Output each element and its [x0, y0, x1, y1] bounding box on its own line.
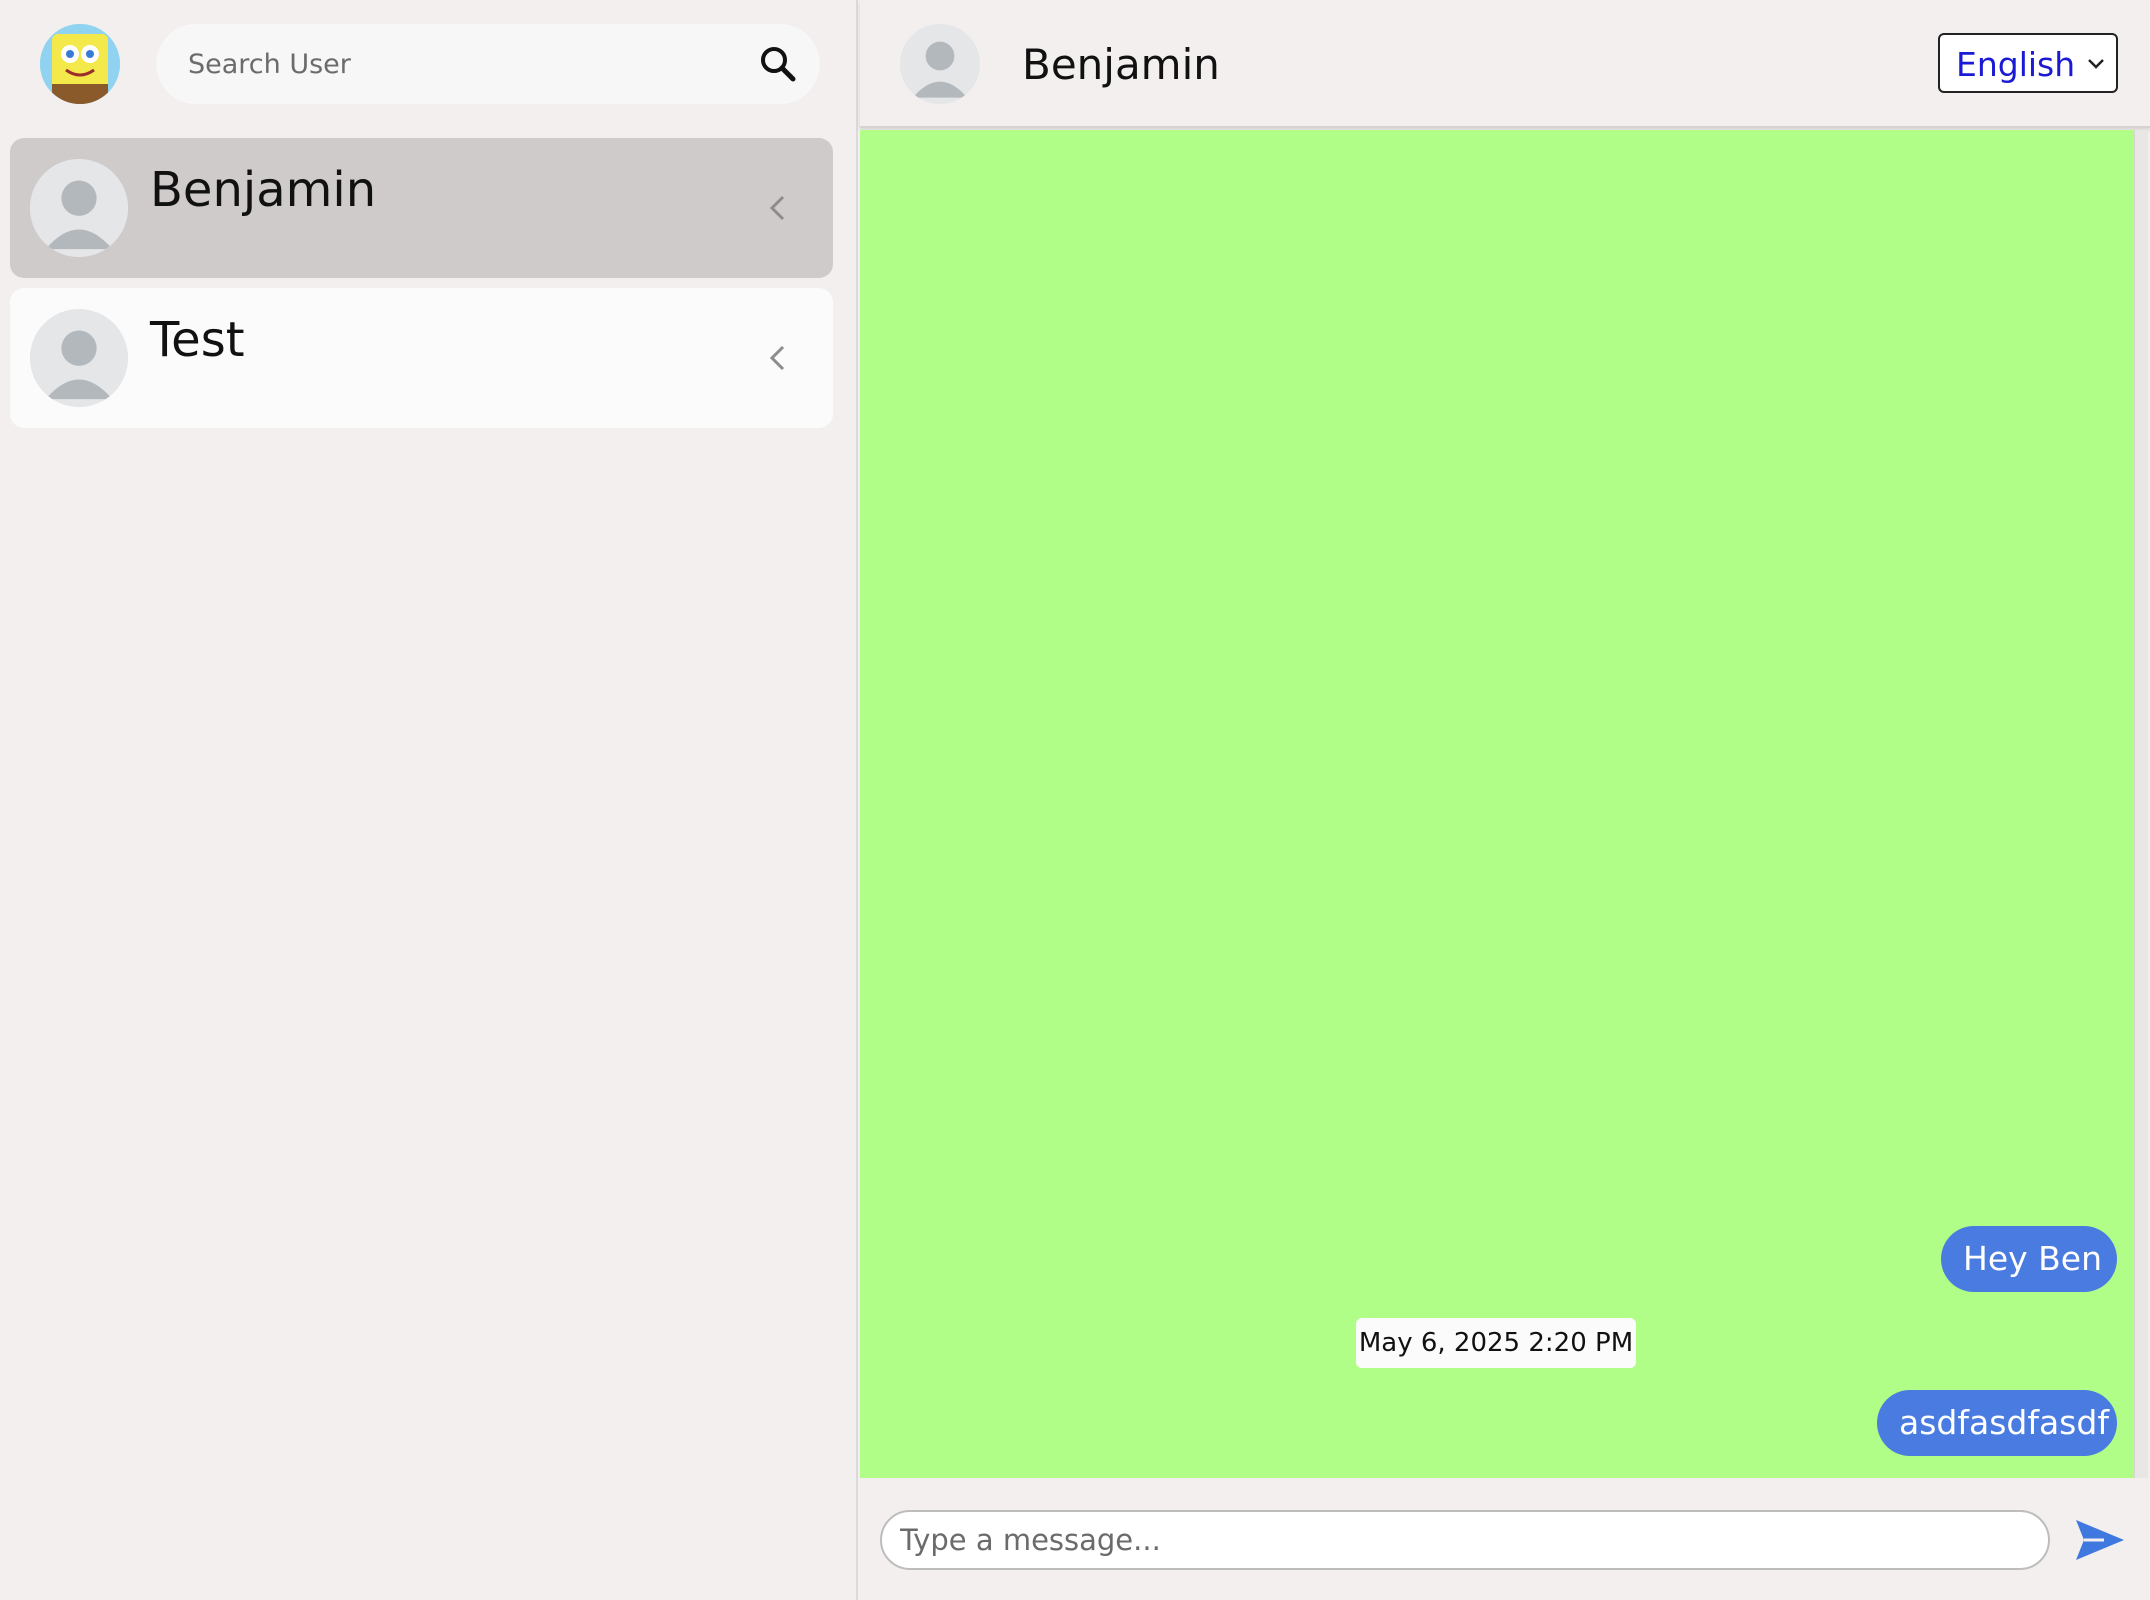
message-timestamp: May 6, 2025 2:20 PM — [1356, 1318, 1636, 1368]
chat-header: Benjamin English — [860, 0, 2150, 128]
search-icon[interactable] — [758, 44, 798, 84]
chevron-down-icon — [2086, 57, 2106, 71]
avatar-placeholder-icon — [900, 24, 980, 104]
send-icon[interactable] — [2070, 1510, 2130, 1570]
search-box — [156, 24, 820, 104]
avatar-placeholder-icon — [30, 309, 128, 407]
user-profile-icon[interactable] — [40, 24, 120, 104]
chat-title: Benjamin — [1022, 40, 1220, 89]
chevron-left-icon — [765, 193, 789, 223]
chat-app: Benjamin Test — [0, 0, 2150, 1600]
message-scrollbar[interactable] — [2134, 130, 2148, 1478]
sidebar-header — [0, 0, 858, 130]
message-area: Hey Ben May 6, 2025 2:20 PM asdfasdfasdf — [860, 130, 2134, 1478]
contact-name: Benjamin — [150, 162, 377, 218]
sidebar: Benjamin Test — [0, 0, 858, 1600]
message-composer — [860, 1480, 2150, 1600]
language-selected-value: English — [1956, 45, 2076, 84]
chevron-left-icon — [765, 343, 789, 373]
message-bubble: Hey Ben — [1941, 1226, 2117, 1292]
contact-item-benjamin[interactable]: Benjamin — [10, 138, 833, 278]
search-input[interactable] — [188, 24, 728, 104]
contact-list: Benjamin Test — [10, 138, 833, 438]
message-bubble: asdfasdfasdf — [1877, 1390, 2117, 1456]
contact-name: Test — [150, 312, 245, 368]
language-select[interactable]: English — [1938, 33, 2118, 93]
chat-panel: Benjamin English Hey Ben May 6, 2025 2:2… — [860, 0, 2150, 1600]
contact-item-test[interactable]: Test — [10, 288, 833, 428]
message-input[interactable] — [880, 1510, 2050, 1570]
avatar-placeholder-icon — [30, 159, 128, 257]
